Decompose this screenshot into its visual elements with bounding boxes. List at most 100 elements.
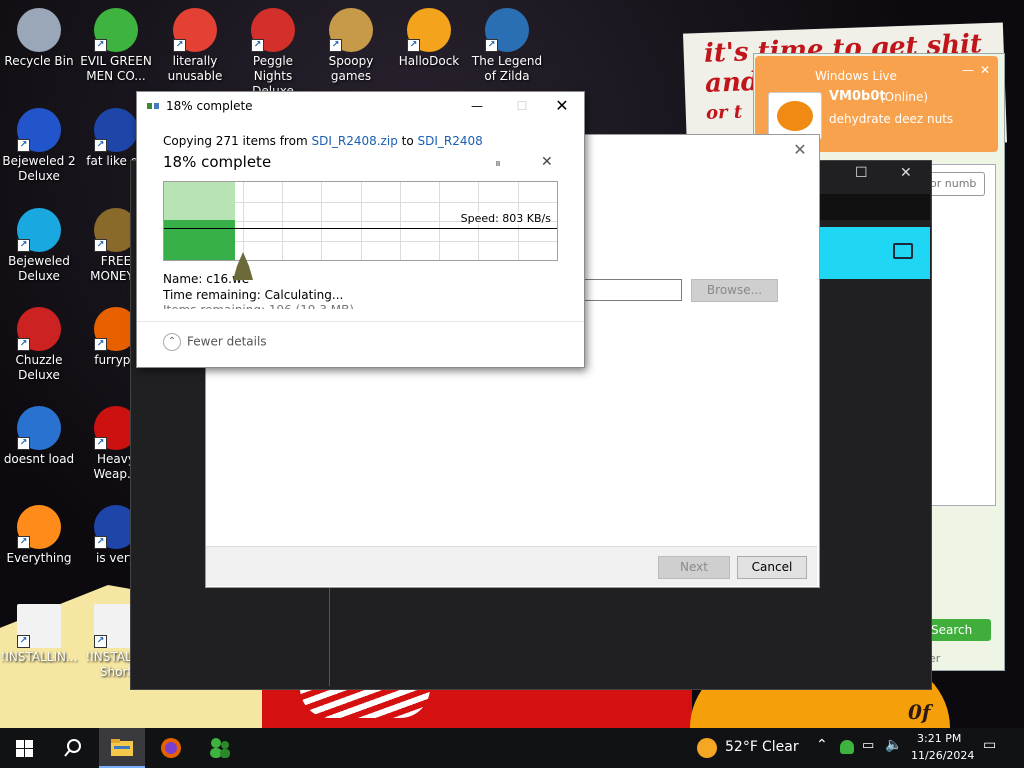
desktop-icon[interactable]: ↗ !INSTALLIN... [0,604,78,665]
graph-gridline [439,182,441,260]
copy-progress-dialog[interactable]: 18% complete — ☐ ✕ Copying 271 items fro… [136,91,585,368]
desktop-icon[interactable]: ↗ Spoopy games [312,8,390,84]
search-button[interactable] [50,728,96,768]
search-button[interactable]: Search [929,619,991,641]
desktop-icon[interactable]: ↗ literally unusable [156,8,234,84]
maximize-button: ☐ [516,99,528,113]
desktop-icon[interactable]: ↗ Chuzzle Deluxe [0,307,78,383]
desktop-icon[interactable]: ↗ Bejeweled 2 Deluxe [0,108,78,184]
personal-message[interactable]: dehydrate deez nuts [829,112,953,126]
shortcut-arrow-icon: ↗ [94,635,107,648]
search-icon [64,739,81,757]
desktop-icon[interactable]: ↗ The Legend of Zilda [468,8,546,84]
network-icon[interactable]: ▭ [862,738,874,753]
chevron-up-icon[interactable]: ⌃ [816,737,828,753]
taskbar-messenger[interactable] [197,728,243,768]
desktop-icon-label: literally unusable [167,54,223,83]
volume-icon[interactable]: 🔈 [885,737,902,753]
next-button[interactable]: Next [658,556,730,579]
taskbar: 52°F Clear ⌃ ▭ 🔈 3:21 PM 11/26/2024 ▭ [0,728,1024,768]
start-button[interactable] [0,728,48,768]
shortcut-arrow-icon: ↗ [17,635,30,648]
source-link[interactable]: SDI_R2408.zip [311,134,397,148]
desktop-icon[interactable]: ↗ HalloDock [390,8,468,69]
minimize-button[interactable]: — [462,92,492,120]
wizard-close-button[interactable]: ✕ [790,140,810,160]
destination-link[interactable]: SDI_R2408 [418,134,483,148]
weather-desc[interactable]: Clear [762,739,799,755]
time-value: Calculating... [264,288,344,302]
desktop-icon[interactable]: ↗ Bejeweled Deluxe [0,208,78,284]
shortcut-arrow-icon: ↗ [94,139,107,152]
shortcut-arrow-icon: ↗ [251,39,264,52]
mp-icon: ↗ [94,108,138,152]
copy-summary: Copying 271 items from SDI_R2408.zip to … [163,134,483,148]
status-text[interactable]: (Online) [880,90,928,104]
wallpaper-bottom-text: 0f [908,700,931,724]
desktop-icon[interactable]: ↗ doesnt load [0,406,78,467]
bejeweled2-icon: ↗ [17,108,61,152]
copy-prefix: Copying 271 items from [163,134,308,148]
desktop-icon[interactable]: ↗Peggle Nights Deluxe [234,8,312,99]
shortcut-arrow-icon: ↗ [94,39,107,52]
clock-date[interactable]: 11/26/2024 [911,749,974,762]
messenger-tray-icon[interactable] [840,740,854,754]
cancel-button[interactable]: Cancel [737,556,807,579]
clock-time[interactable]: 3:21 PM [917,732,961,745]
shortcut-arrow-icon: ↗ [485,39,498,52]
pumpkin-icon [777,101,813,131]
explorer-close-button[interactable]: ✕ [900,165,912,181]
weather-temp[interactable]: 52°F [725,739,758,755]
notification-icon[interactable]: ▭ [983,737,996,753]
thunderbird-icon: ↗ [17,406,61,450]
taskbar-file-explorer[interactable] [99,728,145,768]
fewer-details-button[interactable]: ⌃ Fewer details [163,333,267,351]
taskbar-firefox[interactable] [148,728,194,768]
close-button[interactable]: ✕ [547,92,577,120]
graph-gridline [321,182,323,260]
shortcut-arrow-icon: ↗ [329,39,342,52]
gem-icon: ↗ [17,208,61,252]
cancel-copy-button[interactable]: ✕ [541,154,553,170]
avatar[interactable] [768,92,822,140]
weather-icon[interactable] [697,738,717,758]
speed-area [164,220,235,260]
desktop-icon-label: !INSTALLIN... [0,650,78,664]
desktop-icon[interactable]: ↗ EVIL GREEN MEN CO... [77,8,155,84]
search-input[interactable]: or numb [929,172,985,196]
explorer-divider [329,586,330,686]
shortcut-arrow-icon: ↗ [17,139,30,152]
shortcut-arrow-icon: ↗ [94,239,107,252]
desktop-icon-label: Chuzzle Deluxe [15,353,63,382]
contact-name[interactable]: VM0b0t [829,89,886,104]
desktop-icon-label: EVIL GREEN MEN CO... [80,54,152,83]
contact-list[interactable] [929,164,996,506]
graph-gridline [399,182,401,260]
live-messenger-title: Windows Live [815,69,897,83]
zelda-icon: ↗ [485,8,529,52]
desktop-icon[interactable]: Recycle Bin [0,8,78,69]
desktop-icon-label: Bejeweled 2 Deluxe [2,154,76,183]
shortcut-arrow-icon: ↗ [17,338,30,351]
peggle-icon: ↗ [251,8,295,52]
browse-button[interactable]: Browse... [691,279,778,302]
graph-gridline [281,182,283,260]
explorer-maximize-button[interactable]: ☐ [855,165,868,181]
desktop-icon-label: The Legend of Zilda [471,54,543,83]
windows-logo-icon [15,739,33,757]
desktop-icon-label: Spoopy games [328,54,374,83]
desktop-icon[interactable]: ↗ Everything [0,505,78,566]
shortcut-arrow-icon: ↗ [407,39,420,52]
explorer-toolbar [818,194,930,220]
windows-logo-icon: ↗ [407,8,451,52]
live-minimize-button[interactable]: — [962,63,974,77]
desktop-icon-label: Recycle Bin [4,54,74,68]
recycle-bin-icon [17,8,61,52]
to-word: to [401,134,414,148]
desktop-icon-label: Everything [6,551,72,565]
speed-line [164,228,557,229]
live-close-button[interactable]: ✕ [980,63,990,77]
explorer-selected-item[interactable] [818,227,930,279]
pause-button[interactable]: ⏸ [495,156,501,171]
name-label: Name: [163,272,203,286]
